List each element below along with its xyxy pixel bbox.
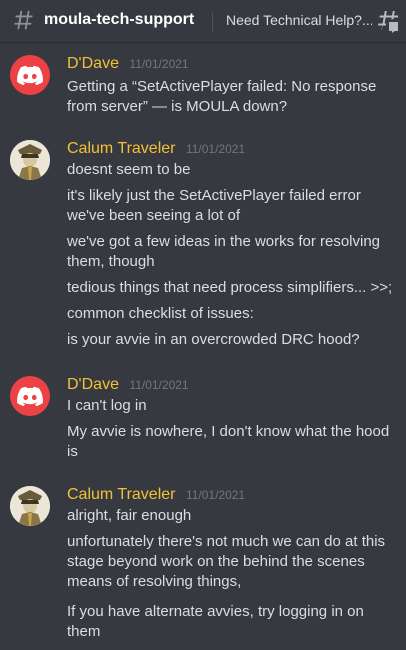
calum-avatar: [10, 486, 50, 526]
author-avatar[interactable]: [10, 486, 50, 526]
author-avatar[interactable]: [10, 55, 50, 95]
message-header: D'Dave 11/01/2021: [67, 376, 189, 394]
message-text: unfortunately there's not much we can do…: [67, 533, 386, 590]
message-text: we've got a few ideas in the works for r…: [67, 233, 381, 270]
author-name[interactable]: D'Dave: [67, 376, 119, 393]
message-timestamp: 11/01/2021: [185, 488, 246, 502]
message-header: Calum Traveler 11/01/2021: [67, 140, 245, 158]
message-text: alright, fair enough: [67, 507, 192, 524]
author-avatar[interactable]: [10, 376, 50, 416]
message-timestamp: 11/01/2021: [129, 57, 189, 71]
message-text: tedious things that need process simplif…: [67, 279, 393, 296]
message-text: doesnt seem to be: [67, 161, 191, 178]
author-name[interactable]: Calum Traveler: [67, 140, 175, 157]
message-header: Calum Traveler 11/01/2021: [67, 486, 245, 504]
message-header: D'Dave 11/01/2021: [67, 55, 189, 73]
author-name[interactable]: D'Dave: [67, 55, 119, 72]
message-timestamp: 11/01/2021: [185, 142, 246, 156]
author-name[interactable]: Calum Traveler: [67, 486, 175, 503]
hashtag-icon: [14, 10, 33, 30]
message-text: it's likely just the SetActivePlayer fai…: [67, 187, 361, 224]
message-text: is your avvie in an overcrowded DRC hood…: [67, 331, 360, 348]
channel-topic[interactable]: Need Technical Help?...: [226, 12, 372, 28]
author-avatar[interactable]: [10, 140, 50, 180]
message-text: Getting a “SetActivePlayer failed: No re…: [67, 78, 377, 115]
message-text: My avvie is nowhere, I don't know what t…: [67, 423, 390, 460]
calum-avatar: [10, 140, 50, 180]
message-text: common checklist of issues:: [67, 305, 254, 322]
discord-logo-icon: [17, 65, 43, 85]
message-timestamp: 11/01/2021: [129, 378, 189, 392]
message-text: I can't log in: [67, 397, 147, 414]
message-text: If you have alternate avvies, try loggin…: [67, 603, 364, 640]
channel-name: moula-tech-support: [44, 11, 195, 28]
threads-icon[interactable]: [376, 9, 400, 33]
channel-header: moula-tech-support Need Technical Help?.…: [0, 0, 406, 42]
discord-logo-icon: [17, 386, 43, 406]
header-divider: [212, 12, 213, 32]
